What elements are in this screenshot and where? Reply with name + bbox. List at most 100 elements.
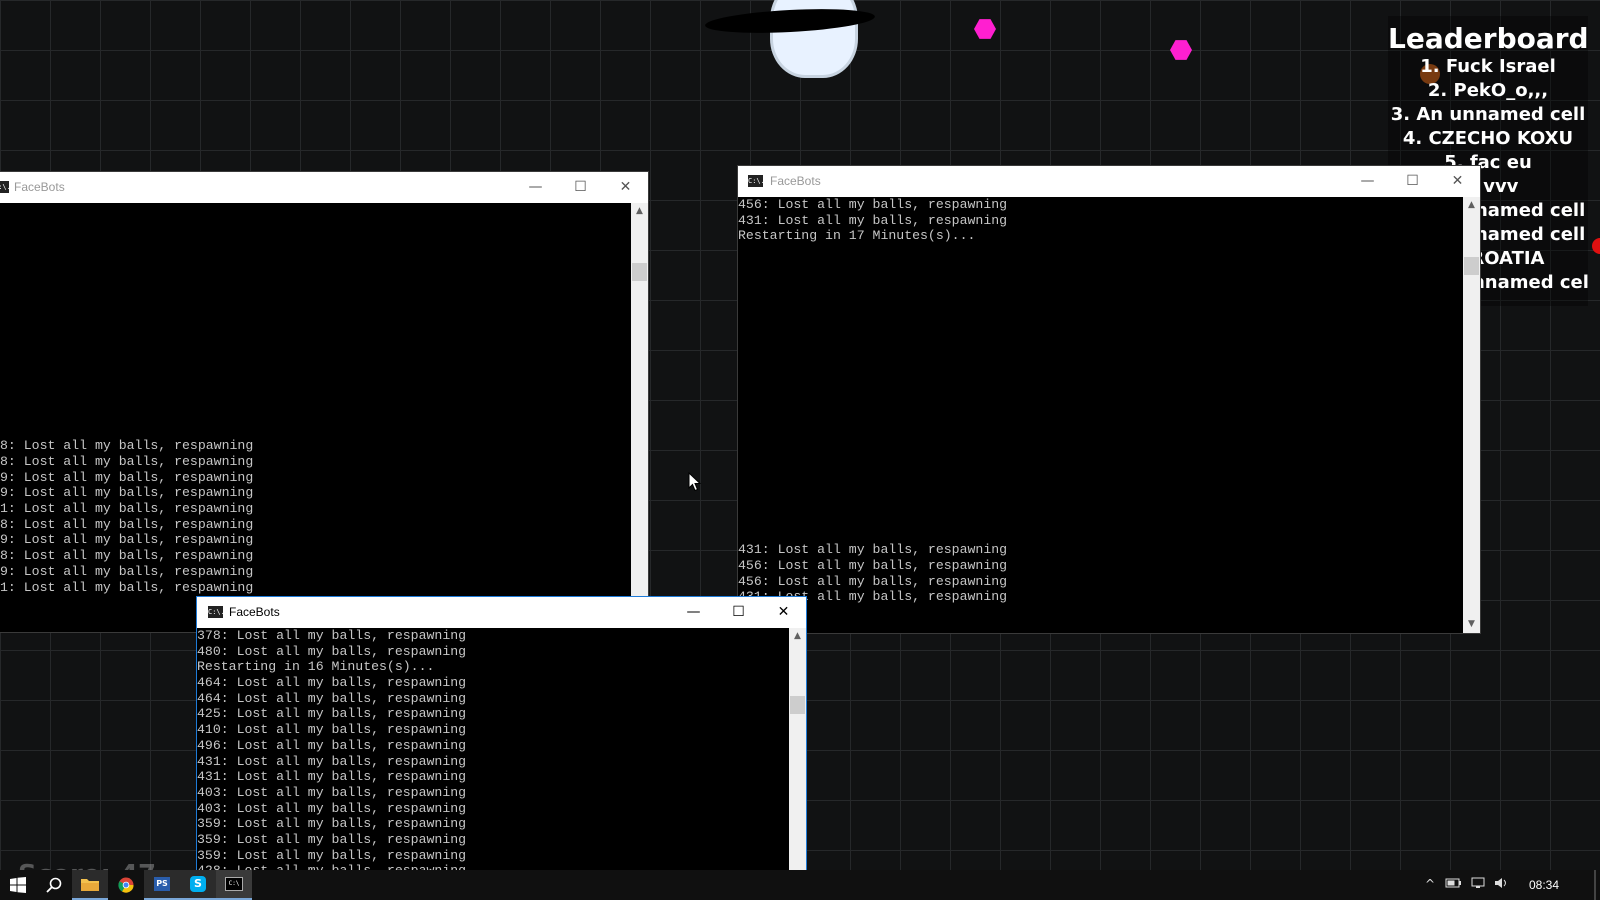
maximize-button[interactable]: ☐ bbox=[716, 597, 761, 628]
close-button[interactable]: ✕ bbox=[1435, 166, 1480, 197]
skype-icon[interactable]: S bbox=[180, 870, 216, 900]
volume-icon[interactable] bbox=[1494, 877, 1510, 892]
scrollbar[interactable]: ▲ ▼ bbox=[1463, 197, 1480, 633]
powershell-icon[interactable]: PS bbox=[144, 870, 180, 900]
scrollbar[interactable]: ▲ bbox=[789, 628, 806, 877]
close-button[interactable]: ✕ bbox=[603, 172, 648, 203]
console-icon: C:\. bbox=[208, 606, 225, 618]
console-line: 403: Lost all my balls, respawning bbox=[197, 784, 467, 800]
console-window-left[interactable]: C:\. FaceBots — ☐ ✕ 8: Lost all my balls… bbox=[0, 172, 648, 632]
console-line: 8: Lost all my balls, respawning bbox=[0, 438, 254, 454]
taskbar-clock[interactable]: 08:34 bbox=[1529, 878, 1559, 892]
console-line: 456: Lost all my balls, respawning bbox=[738, 197, 1008, 212]
console-line: Restarting in 17 Minutes(s)... bbox=[738, 228, 976, 244]
console-line: 8: Lost all my balls, respawning bbox=[0, 454, 254, 469]
maximize-button[interactable]: ☐ bbox=[1390, 166, 1435, 197]
console-line: 464: Lost all my balls, respawning bbox=[197, 675, 467, 691]
console-line: 431: Lost all my balls, respawning bbox=[738, 542, 1008, 558]
leaderboard-entry: 4. CZECHO KOXU bbox=[1402, 128, 1574, 149]
scroll-down-icon[interactable]: ▼ bbox=[1463, 616, 1480, 633]
battery-icon[interactable] bbox=[1445, 877, 1461, 892]
console-line: 359: Lost all my balls, respawning bbox=[197, 847, 467, 863]
edge-cell bbox=[1592, 238, 1600, 254]
show-desktop-button[interactable] bbox=[1594, 870, 1596, 900]
console-line: 8: Lost all my balls, respawning bbox=[0, 516, 254, 532]
console-line: 1: Lost all my balls, respawning bbox=[0, 501, 254, 517]
scroll-thumb[interactable] bbox=[1464, 257, 1479, 275]
console-window-right[interactable]: C:\. FaceBots — ☐ ✕ 456: Lost all my bal… bbox=[738, 166, 1480, 633]
window-titlebar[interactable]: C:\. FaceBots — ☐ ✕ bbox=[197, 597, 806, 628]
console-line: 431: Lost all my balls, respawning bbox=[197, 753, 467, 769]
console-line: 359: Lost all my balls, respawning bbox=[197, 831, 467, 847]
leaderboard-entry: 3. An unnamed cell bbox=[1390, 104, 1586, 125]
scroll-thumb[interactable] bbox=[632, 263, 647, 281]
scroll-up-icon[interactable]: ▲ bbox=[631, 203, 648, 220]
window-title: FaceBots bbox=[229, 605, 280, 619]
chrome-icon[interactable] bbox=[108, 870, 144, 900]
console-line: 456: Lost all my balls, respawning bbox=[738, 557, 1008, 573]
window-titlebar[interactable]: C:\. FaceBots — ☐ ✕ bbox=[0, 172, 648, 203]
minimize-button[interactable]: — bbox=[1345, 166, 1390, 197]
console-output[interactable]: 8: Lost all my balls, respawning 8: Lost … bbox=[0, 203, 631, 632]
console-icon: C:\. bbox=[0, 181, 11, 193]
search-icon[interactable] bbox=[36, 870, 72, 900]
console-window-bottom[interactable]: C:\. FaceBots — ☐ ✕ 378: Lost all my bal… bbox=[197, 597, 806, 877]
window-title: FaceBots bbox=[770, 174, 821, 188]
scroll-thumb[interactable] bbox=[790, 696, 805, 714]
console-output[interactable]: 378: Lost all my balls, respawning 480: L… bbox=[197, 628, 789, 877]
leaderboard-entry: 2. PekO_o,,, bbox=[1427, 80, 1549, 101]
taskbar: PS S C:\ ^ 08:34 bbox=[0, 870, 1600, 900]
leaderboard-title: Leaderboard bbox=[1388, 22, 1588, 55]
maximize-button[interactable]: ☐ bbox=[558, 172, 603, 203]
window-titlebar[interactable]: C:\. FaceBots — ☐ ✕ bbox=[738, 166, 1480, 197]
console-output[interactable]: 456: Lost all my balls, respawning 431: L… bbox=[738, 197, 1463, 633]
tray-chevron-icon[interactable]: ^ bbox=[1425, 877, 1435, 891]
console-icon: C:\. bbox=[748, 175, 765, 187]
console-line: 403: Lost all my balls, respawning bbox=[197, 800, 467, 816]
console-line: 8: Lost all my balls, respawning bbox=[0, 548, 254, 564]
close-button[interactable]: ✕ bbox=[761, 597, 806, 628]
start-icon[interactable] bbox=[0, 870, 36, 900]
minimize-button[interactable]: — bbox=[671, 597, 716, 628]
scroll-up-icon[interactable]: ▲ bbox=[789, 628, 806, 645]
console-line: 9: Lost all my balls, respawning bbox=[0, 532, 254, 548]
leaderboard-entry: 1. Fuck Israel bbox=[1420, 56, 1556, 77]
scroll-up-icon[interactable]: ▲ bbox=[1463, 197, 1480, 214]
scrollbar[interactable]: ▲ bbox=[631, 203, 648, 632]
console-line: 496: Lost all my balls, respawning bbox=[197, 737, 467, 753]
console-icon[interactable]: C:\ bbox=[216, 870, 252, 900]
console-line: 359: Lost all my balls, respawning bbox=[197, 816, 467, 832]
console-line: 464: Lost all my balls, respawning bbox=[197, 690, 467, 706]
console-line: 9: Lost all my balls, respawning bbox=[0, 469, 254, 485]
network-icon[interactable] bbox=[1470, 877, 1486, 892]
console-line: 431: Lost all my balls, respawning bbox=[738, 589, 1008, 605]
file-explorer-icon[interactable] bbox=[72, 870, 108, 900]
minimize-button[interactable]: — bbox=[513, 172, 558, 203]
